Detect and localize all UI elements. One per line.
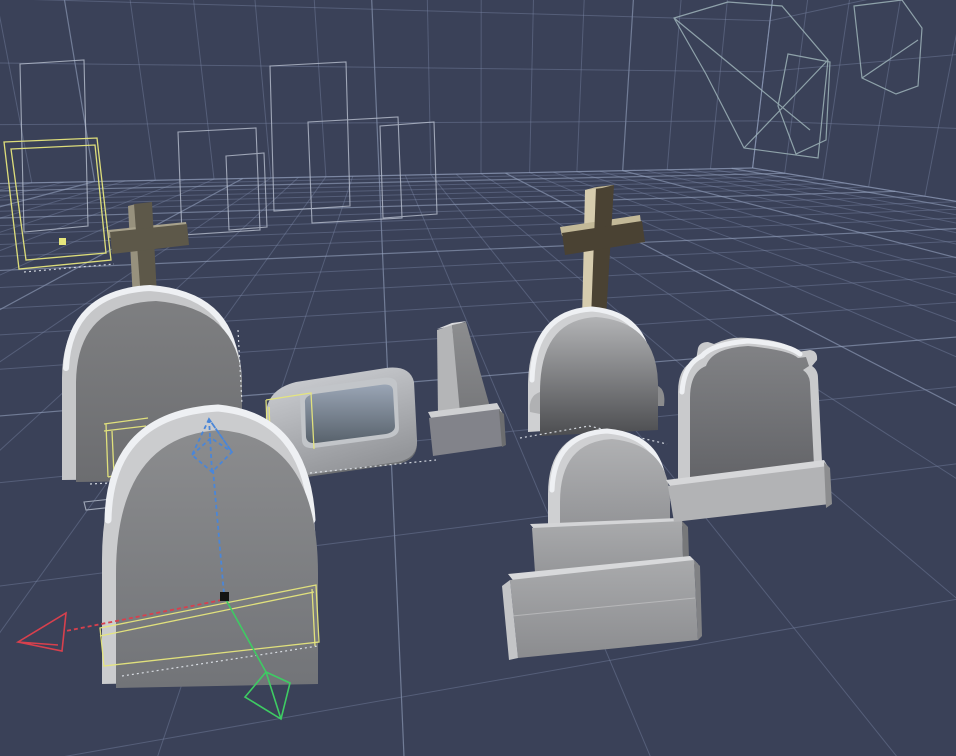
- selection-origin-dot: [59, 238, 66, 245]
- stone-front-face: [116, 430, 318, 688]
- shouldered-headstone[interactable]: [666, 337, 832, 522]
- grid-line: [480, 0, 482, 174]
- stone-front-face: [690, 346, 814, 484]
- gizmo-origin[interactable]: [220, 592, 229, 601]
- stone-front-face: [540, 317, 658, 436]
- viewport-3d[interactable]: [0, 0, 956, 756]
